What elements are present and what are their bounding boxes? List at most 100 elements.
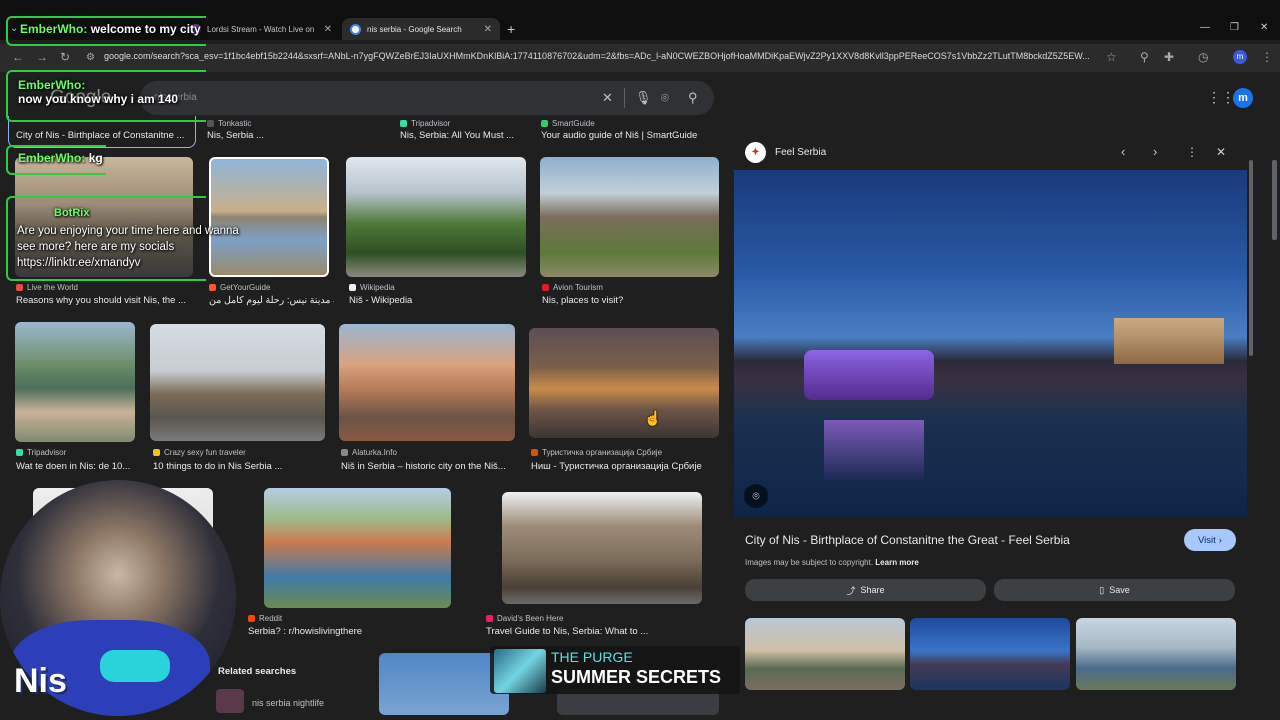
result-caption[interactable]: Nis, Serbia: All You Must ... xyxy=(400,130,528,141)
chat-message: EmberWho: welcome to my city xyxy=(20,22,201,36)
search-box[interactable] xyxy=(140,81,714,115)
result-source: Alaturka.Info xyxy=(341,448,397,457)
preview-title[interactable]: City of Nis - Birthplace of Constanitne … xyxy=(745,533,1070,547)
result-caption[interactable]: Ниш - Туристичка организација Србије xyxy=(531,461,721,472)
share-icon: ⤴ xyxy=(846,585,856,596)
result-caption[interactable]: Niš - Wikipedia xyxy=(349,295,527,306)
panel-scrollbar[interactable] xyxy=(1249,160,1253,356)
bookmark-star-icon[interactable]: ☆ xyxy=(1106,50,1117,64)
puzzle-icon[interactable]: ✚ xyxy=(1164,50,1174,64)
result-caption[interactable]: City of Nis - Birthplace of Constanitne … xyxy=(16,130,194,141)
result-source: Avion Tourism xyxy=(542,283,603,292)
related-search-item[interactable]: nis serbia nightlife xyxy=(252,698,324,708)
site-name[interactable]: Feel Serbia xyxy=(775,147,826,158)
mouse-cursor-icon: ☝ xyxy=(644,410,662,426)
result-caption[interactable]: 10 things to do in Nis Serbia ... xyxy=(153,461,328,472)
related-image[interactable] xyxy=(745,618,905,690)
url-field[interactable]: google.com/search?sca_esv=1f1bc4ebf15b22… xyxy=(104,51,1094,61)
previous-icon[interactable]: ‹ xyxy=(1121,144,1125,159)
back-icon[interactable]: ← xyxy=(12,50,24,64)
result-source: SmartGuide xyxy=(541,119,595,128)
song-title: SUMMER SECRETS xyxy=(551,667,722,687)
lens-search-icon[interactable]: ⌾ xyxy=(661,90,669,106)
result-image[interactable] xyxy=(540,157,719,277)
more-options-icon[interactable]: ⋮ xyxy=(1186,145,1198,159)
chat-username: EmberWho: xyxy=(20,22,88,36)
apps-grid-icon[interactable]: ⋮⋮ xyxy=(1207,89,1235,106)
site-logo-icon[interactable]: ✦ xyxy=(745,142,766,163)
extension-icon[interactable]: ⚲ xyxy=(1140,50,1149,64)
save-button[interactable]: ▯ Save xyxy=(994,579,1235,601)
corner-logo-text: Nis xyxy=(14,662,67,700)
close-window-icon[interactable]: ✕ xyxy=(1260,22,1268,33)
voice-search-icon[interactable]: 🎙 xyxy=(635,90,652,106)
restore-icon[interactable]: ❐ xyxy=(1230,22,1239,33)
result-caption[interactable]: Niš in Serbia – historic city on the Niš… xyxy=(341,461,517,472)
result-caption[interactable]: Reasons why you should visit Nis, the ..… xyxy=(16,295,194,306)
related-search-thumb[interactable] xyxy=(216,689,244,713)
related-image[interactable] xyxy=(910,618,1070,690)
song-artist: THE PURGE xyxy=(551,649,633,665)
reload-icon[interactable]: ↻ xyxy=(60,50,70,64)
result-source: GetYourGuide xyxy=(209,283,270,292)
learn-more-link[interactable]: Learn more xyxy=(875,558,919,567)
result-image[interactable] xyxy=(502,492,702,604)
result-source: Live the World xyxy=(16,283,78,292)
illuminated-restaurant xyxy=(804,350,934,400)
result-source: Crazy sexy fun traveler xyxy=(153,448,246,457)
menu-icon[interactable]: ⋮ xyxy=(1261,50,1273,64)
result-source: Wikipedia xyxy=(349,283,395,292)
result-caption[interactable]: Nis, Serbia ... xyxy=(207,130,387,141)
result-caption[interactable]: Serbia? : r/howislivingthere xyxy=(248,626,448,637)
close-tab-icon[interactable]: ✕ xyxy=(324,24,332,35)
chat-message: EmberWho: now you know why i am 140 xyxy=(18,78,179,106)
result-source: Tonkastic xyxy=(207,119,251,128)
microphone xyxy=(100,650,170,682)
tab-label: Lordsi Stream - Watch Live on xyxy=(207,24,315,34)
preview-image[interactable] xyxy=(734,170,1247,517)
chat-username: EmberWho: xyxy=(18,78,86,92)
result-source: David's Been Here xyxy=(486,614,563,623)
result-caption[interactable]: Your audio guide of Niš | SmartGuide xyxy=(541,130,719,141)
account-avatar[interactable]: m xyxy=(1233,88,1253,108)
result-source: Tripadvisor xyxy=(16,448,66,457)
related-searches-title: Related searches xyxy=(218,666,297,677)
share-button[interactable]: ⤴ Share xyxy=(745,579,986,601)
page-scrollbar[interactable] xyxy=(1272,160,1277,240)
result-image[interactable] xyxy=(15,322,135,442)
result-source: Reddit xyxy=(248,614,282,623)
history-icon[interactable]: ◷ xyxy=(1198,50,1208,64)
visit-button[interactable]: Visit › xyxy=(1184,529,1236,551)
next-icon[interactable]: › xyxy=(1153,144,1157,159)
tab-label: nis serbia - Google Search xyxy=(367,24,462,34)
result-image[interactable] xyxy=(264,488,451,608)
related-image[interactable] xyxy=(1076,618,1236,690)
close-preview-icon[interactable]: ✕ xyxy=(1216,145,1226,159)
result-image[interactable] xyxy=(346,157,526,277)
result-caption[interactable]: Travel Guide to Nis, Serbia: What to ... xyxy=(486,626,686,637)
close-tab-icon[interactable]: ✕ xyxy=(484,24,492,35)
result-caption[interactable]: جولة مدينة نيس: رحلة ليوم كامل من ... xyxy=(209,295,334,306)
clear-search-icon[interactable]: ✕ xyxy=(602,90,613,106)
profile-avatar[interactable]: m xyxy=(1233,50,1247,64)
album-art xyxy=(494,649,546,693)
lens-icon[interactable]: ⌾ xyxy=(744,484,768,508)
result-caption[interactable]: Wat te doen in Nis: de 10... xyxy=(16,461,136,472)
result-source: Tripadvisor xyxy=(400,119,450,128)
new-tab-icon[interactable]: + xyxy=(507,21,515,37)
chat-username: EmberWho: xyxy=(18,151,86,165)
copyright-note: Images may be subject to copyright. Lear… xyxy=(745,558,919,567)
forward-icon[interactable]: → xyxy=(36,50,48,64)
result-caption[interactable]: Nis, places to visit? xyxy=(542,295,720,306)
chat-message: EmberWho: kg xyxy=(18,151,103,165)
chevron-right-icon: › xyxy=(1218,534,1222,546)
minimize-icon[interactable]: — xyxy=(1200,22,1210,33)
bot-message: Are you enjoying your time here and wann… xyxy=(17,225,239,269)
result-image[interactable] xyxy=(150,324,325,441)
result-image[interactable] xyxy=(339,324,515,441)
search-icon[interactable]: ⚲ xyxy=(688,90,698,106)
result-image[interactable] xyxy=(529,328,719,438)
fortress-wall xyxy=(1114,318,1224,364)
tab-google-search[interactable]: nis serbia - Google Search ✕ xyxy=(342,18,500,40)
site-info-icon[interactable]: ⚙ xyxy=(86,52,95,63)
